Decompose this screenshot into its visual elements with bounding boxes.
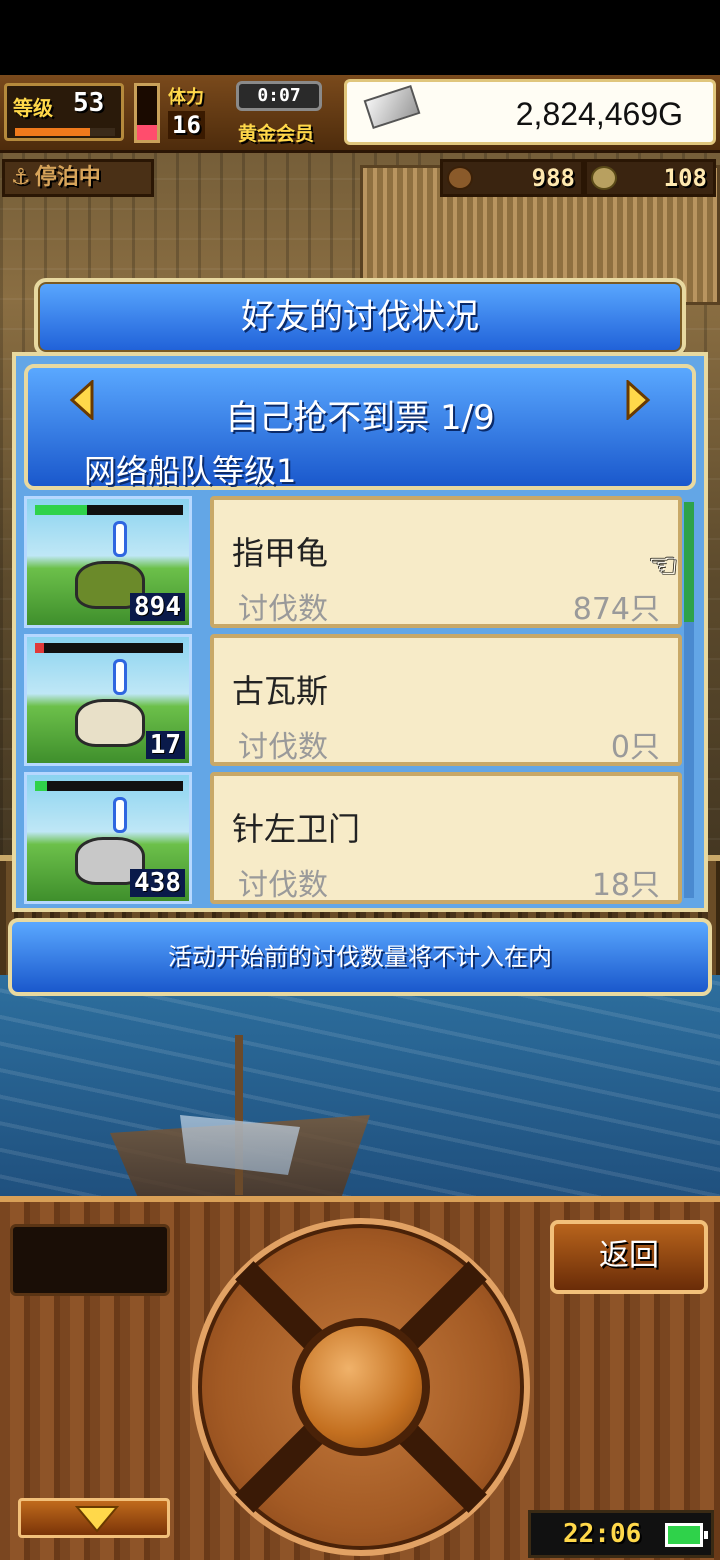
list-item: 17 古瓦斯 讨伐数 0只 (24, 634, 696, 766)
clock-display: 22:06 (528, 1510, 714, 1558)
directional-wheel[interactable] (192, 1218, 530, 1556)
monster-info-card[interactable]: 古瓦斯 讨伐数 0只 (210, 634, 682, 766)
arrow-down-icon (75, 1506, 119, 1533)
subjugation-count: 0只 (610, 730, 660, 765)
top-hud: 等级 53 体力 16 0:07 黄金会员 2,824,469G (0, 75, 720, 153)
notice-bar: 活动开始前的讨伐数量将不计入在内 (8, 918, 712, 996)
monster-badge-count: 17 (145, 731, 185, 759)
stamina-value: 16 (168, 111, 205, 139)
stamina-indicator[interactable]: 体力 16 (168, 83, 228, 143)
friend-name: 自己抢不到票 1/9 (225, 398, 495, 438)
list-item: 894 指甲龟 讨伐数 874只 (24, 496, 696, 628)
monster-hp-fill (35, 781, 47, 791)
monster-thumbnail[interactable]: 894 (24, 496, 192, 628)
monster-thumbnail[interactable]: 438 (24, 772, 192, 904)
docked-status-label: 停泊中 (34, 165, 101, 190)
ship-mast (235, 1035, 243, 1195)
exclamation-icon (113, 659, 127, 695)
stamina-label: 体力 (168, 87, 204, 108)
level-progress-bar (15, 128, 115, 136)
monster-name: 指甲龟 (232, 534, 329, 572)
monster-hp-bar (35, 505, 183, 515)
battery-icon (665, 1523, 708, 1547)
subjugation-label: 讨伐数 (238, 592, 328, 627)
level-progress-fill (15, 128, 90, 136)
friend-subjugation-panel: 自己抢不到票 1/9 网络船队等级1 894 指甲龟 讨伐数 874只 17 古… (12, 352, 708, 912)
level-value: 53 (73, 88, 105, 118)
pointing-hand-icon: ☜ (648, 546, 679, 586)
coin-icon (591, 166, 617, 190)
resource-coin: 108 (584, 159, 716, 197)
monster-hp-fill (35, 643, 44, 653)
timer: 0:07 (236, 81, 322, 111)
dialog-title: 好友的讨伐状况 (241, 297, 479, 337)
fleet-level: 网络船队等级1 (84, 452, 297, 490)
monster-hp-bar (35, 781, 183, 791)
monster-list: 894 指甲龟 讨伐数 874只 17 古瓦斯 讨伐数 0只 438 针左卫门 … (24, 496, 696, 906)
money-display: 2,824,469G (344, 79, 716, 145)
subjugation-count: 874只 (572, 592, 660, 627)
harbor-water (0, 975, 720, 1200)
scroll-down-button[interactable] (18, 1498, 170, 1538)
stamina-gauge (134, 83, 160, 143)
exclamation-icon (113, 797, 127, 833)
resource-coin-value: 108 (663, 164, 707, 192)
dialog-title-bar: 好友的讨伐状况 (34, 278, 686, 356)
monster-hp-bar (35, 643, 183, 653)
anchor-icon: ⚓ (11, 165, 31, 190)
back-button[interactable]: 返回 (550, 1220, 708, 1294)
subjugation-label: 讨伐数 (238, 868, 328, 903)
monster-hp-fill (35, 505, 87, 515)
clock-time: 22:06 (563, 1519, 642, 1549)
stamina-gauge-fill (137, 124, 157, 140)
monster-thumbnail[interactable]: 17 (24, 634, 192, 766)
monster-name: 针左卫门 (232, 810, 361, 848)
money-value: 2,824,469G (515, 96, 683, 132)
menu-slot[interactable] (10, 1224, 170, 1296)
list-scrollbar-thumb[interactable] (684, 502, 694, 622)
monster-badge-count: 894 (130, 593, 185, 621)
wheel-center-button[interactable] (292, 1318, 430, 1456)
monster-info-card[interactable]: 针左卫门 讨伐数 18只 (210, 772, 682, 904)
monster-badge-count: 438 (130, 869, 185, 897)
control-deck: 返回 22:06 (0, 1196, 720, 1560)
barrel-icon (447, 166, 473, 190)
level-indicator[interactable]: 等级 53 (4, 83, 124, 141)
monster-info-card[interactable]: 指甲龟 讨伐数 874只 (210, 496, 682, 628)
subjugation-count: 18只 (591, 868, 660, 903)
list-scrollbar[interactable] (684, 502, 694, 898)
list-item: 438 针左卫门 讨伐数 18只 (24, 772, 696, 904)
status-row: ⚓ 停泊中 988 108 (0, 153, 720, 201)
level-label: 等级 (13, 96, 53, 120)
resource-food-value: 988 (531, 164, 575, 192)
friend-header: 自己抢不到票 1/9 网络船队等级1 (24, 364, 696, 490)
membership-badge[interactable]: 黄金会员 (238, 119, 314, 146)
docked-status: ⚓ 停泊中 (2, 159, 154, 197)
monster-name: 古瓦斯 (232, 672, 329, 710)
silver-bar-icon (363, 85, 421, 129)
resource-food: 988 (440, 159, 584, 197)
bird-icon (75, 699, 145, 747)
exclamation-icon (113, 521, 127, 557)
subjugation-label: 讨伐数 (238, 730, 328, 765)
